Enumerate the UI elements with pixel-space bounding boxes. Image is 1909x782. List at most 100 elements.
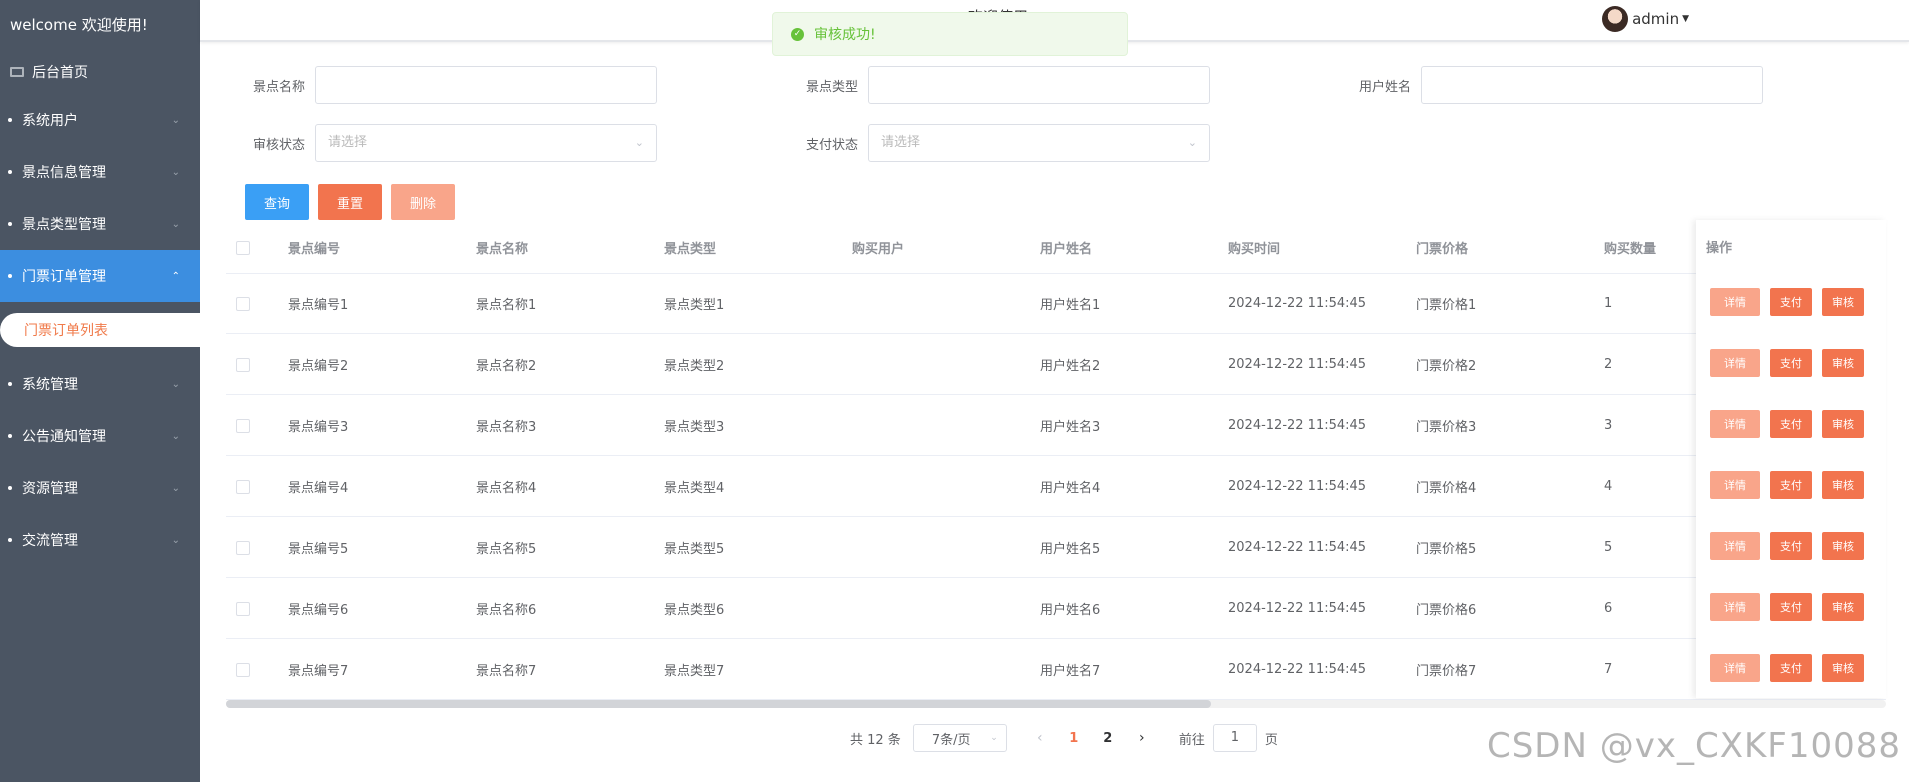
spot-name-input[interactable] [315,66,657,104]
table-cell: 2024-12-22 11:54:45 [1228,601,1367,616]
detail-button[interactable]: 详情 [1710,532,1760,560]
row-checkbox[interactable] [236,335,250,394]
pay-button[interactable]: 支付 [1770,593,1812,621]
bullet-icon [8,222,12,226]
table-cell: 5 [1604,540,1613,555]
audit-button[interactable]: 审核 [1822,288,1864,316]
pay-status-select[interactable]: 请选择 ⌄ [868,124,1210,162]
sidebar-item-label: 系统管理 [22,377,78,393]
chevron-down-icon: ⌄ [171,430,180,442]
table-cell: 景点编号6 [288,603,349,618]
row-actions: 详情 支付 审核 [1710,654,1874,682]
table-row: 景点编号4 景点名称4 景点类型4 用户姓名4 2024-12-22 11:54:45 门… [226,457,1886,517]
spot-type-input[interactable] [868,66,1210,104]
row-checkbox[interactable] [236,640,250,699]
table-cell: 景点名称2 [476,359,537,374]
audit-button[interactable]: 审核 [1822,532,1864,560]
audit-status-select[interactable]: 请选择 ⌄ [315,124,657,162]
monitor-icon [10,67,24,77]
table-row: 景点编号3 景点名称3 景点类型3 用户姓名3 2024-12-22 11:54:45 门… [226,396,1886,456]
sidebar-item-label: 景点信息管理 [22,165,106,181]
table-cell: 门票价格4 [1416,481,1477,496]
sidebar-item-exchange[interactable]: 交流管理 ⌄ [0,514,200,566]
detail-button[interactable]: 详情 [1710,288,1760,316]
filter-spot-name: 景点名称 [200,66,657,104]
col-header: 用户姓名 [1040,242,1093,257]
pay-button[interactable]: 支付 [1770,471,1812,499]
chevron-down-icon: ⌄ [171,218,180,230]
detail-button[interactable]: 详情 [1710,410,1760,438]
table-cell: 门票价格6 [1416,603,1477,618]
user-menu[interactable]: admin ▼ [1602,6,1689,32]
select-all-checkbox[interactable] [236,222,250,273]
table-cell: 2024-12-22 11:54:45 [1228,540,1367,555]
sidebar-item-spot-info[interactable]: 景点信息管理 ⌄ [0,146,200,198]
bullet-icon [8,170,12,174]
sidebar-item-home[interactable]: 后台首页 [0,50,200,94]
query-button[interactable]: 查询 [245,184,309,220]
page-size-select[interactable]: 7条/页 ⌄ [912,724,1007,752]
goto-suffix: 页 [1264,732,1278,748]
chevron-down-icon: ⌄ [171,534,180,546]
row-checkbox[interactable] [236,274,250,333]
bullet-icon [8,118,12,122]
delete-button[interactable]: 删除 [391,184,455,220]
sidebar-item-ticket-orders[interactable]: 门票订单管理 ⌃ [0,250,200,302]
audit-button[interactable]: 审核 [1822,349,1864,377]
table-cell: 景点编号4 [288,481,349,496]
sidebar-item-notices[interactable]: 公告通知管理 ⌄ [0,410,200,462]
detail-button[interactable]: 详情 [1710,593,1760,621]
table-cell: 2024-12-22 11:54:45 [1228,357,1367,372]
watermark: CSDN @vx_CXKF10088 [1486,726,1901,766]
audit-button[interactable]: 审核 [1822,471,1864,499]
goto-page-input[interactable]: 1 [1212,724,1257,752]
sidebar-item-system-users[interactable]: 系统用户 ⌄ [0,94,200,146]
col-header: 景点名称 [476,242,529,257]
page-2[interactable]: 2 [1091,731,1125,746]
sidebar-subitem-ticket-order-list[interactable]: 门票订单列表 [0,313,200,347]
actions-column: 操作 详情 支付 审核 详情 支付 审核 详情 支付 审核 详情 支付 审核 详情 支付 审核 详情 支付 审核详… [1696,220,1886,698]
page-1[interactable]: 1 [1057,731,1091,746]
reset-button[interactable]: 重置 [318,184,382,220]
table-cell: 用户姓名7 [1040,664,1101,679]
table-cell: 用户姓名2 [1040,359,1101,374]
detail-button[interactable]: 详情 [1710,654,1760,682]
pay-button[interactable]: 支付 [1770,410,1812,438]
chevron-down-icon: ⌄ [990,733,998,743]
filter-label: 景点名称 [252,79,305,95]
table-cell: 2024-12-22 11:54:45 [1228,418,1367,433]
audit-button[interactable]: 审核 [1822,654,1864,682]
audit-button[interactable]: 审核 [1822,410,1864,438]
col-header: 景点编号 [288,242,341,257]
table-cell: 用户姓名1 [1040,298,1101,313]
sidebar-item-label: 景点类型管理 [22,217,106,233]
pay-button[interactable]: 支付 [1770,532,1812,560]
audit-button[interactable]: 审核 [1822,593,1864,621]
row-checkbox[interactable] [236,518,250,577]
bullet-icon [8,434,12,438]
sidebar-item-system-manage[interactable]: 系统管理 ⌄ [0,358,200,410]
table-cell: 1 [1604,296,1613,311]
detail-button[interactable]: 详情 [1710,471,1760,499]
prev-page-icon[interactable]: ‹ [1023,730,1057,746]
sidebar-item-spot-type[interactable]: 景点类型管理 ⌄ [0,198,200,250]
pay-button[interactable]: 支付 [1770,288,1812,316]
row-checkbox[interactable] [236,396,250,455]
table-cell: 6 [1604,601,1613,616]
row-checkbox[interactable] [236,457,250,516]
horizontal-scrollbar-thumb[interactable] [226,700,1211,708]
pay-button[interactable]: 支付 [1770,349,1812,377]
table-cell: 用户姓名5 [1040,542,1101,557]
next-page-icon[interactable]: › [1125,730,1159,746]
detail-button[interactable]: 详情 [1710,349,1760,377]
page-size-value: 7条/页 [931,732,971,748]
chevron-down-icon: ⌄ [1187,136,1197,149]
table-cell: 景点类型7 [664,664,725,679]
sidebar-item-resources[interactable]: 资源管理 ⌄ [0,462,200,514]
pay-button[interactable]: 支付 [1770,654,1812,682]
table-cell: 门票价格2 [1416,359,1477,374]
table-cell: 景点类型6 [664,603,725,618]
user-name-input[interactable] [1421,66,1763,104]
avatar [1602,6,1629,32]
row-checkbox[interactable] [236,579,250,638]
